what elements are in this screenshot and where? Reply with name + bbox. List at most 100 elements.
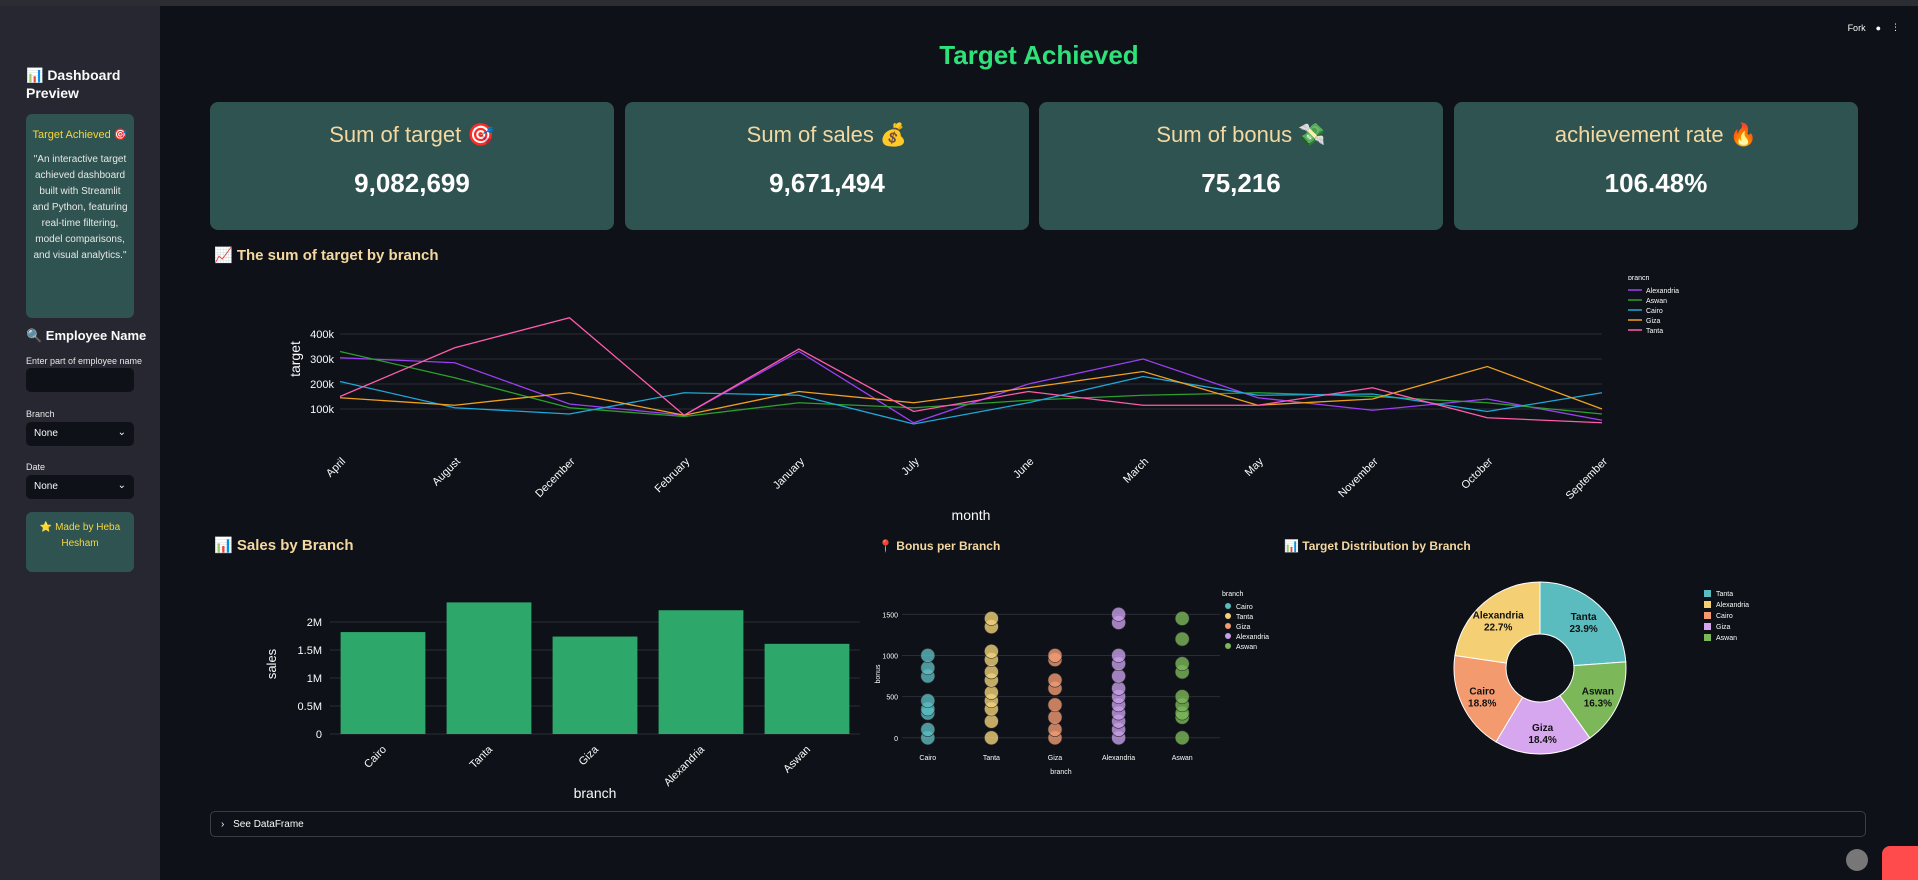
x-tick-label: Aswan: [1172, 755, 1193, 762]
scatter-point-tanta: [984, 730, 999, 746]
employee-name-input[interactable]: [26, 368, 134, 392]
legend-entry: Alexandria: [1646, 288, 1679, 295]
y-axis-label: target: [287, 341, 303, 377]
y-tick-label: 300k: [310, 354, 334, 366]
legend-entry: Giza: [1716, 624, 1731, 631]
y-tick-label: 0.5M: [298, 701, 322, 713]
employee-name-heading: 🔍 Employee Name: [26, 328, 147, 343]
legend-entry: Giza: [1646, 318, 1661, 325]
x-tick-label: Alexandria: [662, 743, 708, 789]
made-by-text: ⭐ Made by Heba Hesham: [39, 522, 121, 549]
top-right-toolbar: Fork ● ⋮: [1848, 22, 1900, 33]
pie-label-value: 18.4%: [1528, 735, 1556, 746]
x-axis-label: month: [952, 507, 991, 523]
scatter-point-tanta: [984, 664, 999, 680]
pie-label-value: 22.7%: [1484, 623, 1512, 634]
scatter-point-aswan: [1174, 611, 1190, 626]
branch-label: Branch: [26, 409, 55, 419]
x-tick-label: Tanta: [983, 755, 1000, 762]
kpi-card-bonus: Sum of bonus 💸 75,216: [1039, 102, 1443, 230]
scatter-point-cairo: [920, 648, 936, 663]
x-tick-label: April: [324, 456, 348, 480]
bar-chart[interactable]: 0 0.5M 1M 1.5M 2M sales Cairo Tanta Giza Alexandr…: [200, 566, 860, 806]
employee-name-label: Enter part of employee name: [26, 356, 143, 366]
y-tick-label: 500: [886, 695, 898, 702]
pie-label-name: Giza: [1532, 723, 1554, 734]
legend-entry: Tanta: [1236, 614, 1253, 621]
sidebar: 📊 Dashboard Preview Target Achieved 🎯 "A…: [0, 6, 160, 880]
scatter-point-alexandria: [1111, 648, 1126, 663]
scatter-point-alexandria: [1111, 607, 1126, 622]
x-tick-label: Alexandria: [1102, 755, 1135, 762]
kpi-value: 9,082,699: [354, 168, 470, 198]
pie-label-value: 23.9%: [1569, 624, 1597, 635]
legend-entry: Tanta: [1716, 591, 1733, 598]
streamlit-crown-button[interactable]: [1882, 846, 1918, 880]
sidebar-card-text: "An interactive target achieved dashboar…: [32, 154, 128, 261]
kpi-label: achievement rate 🔥: [1554, 122, 1758, 147]
scatter-point-giza: [1047, 722, 1063, 737]
y-axis-label: sales: [264, 648, 279, 679]
github-icon[interactable]: ●: [1876, 23, 1881, 33]
scatter-chart-title: 📍 Bonus per Branch: [878, 539, 1001, 553]
pie-label-name: Cairo: [1469, 686, 1495, 697]
pie-label-name: Alexandria: [1473, 611, 1525, 622]
kpi-card-sales: Sum of sales 💰 9,671,494: [625, 102, 1029, 230]
sidebar-card-title: Target Achieved 🎯: [32, 129, 128, 141]
chevron-down-icon: ⌄: [117, 427, 126, 438]
scatter-point-alexandria: [1111, 681, 1126, 696]
pie-chart[interactable]: Tanta23.9%Aswan16.3%Giza18.4%Cairo18.8%A…: [1390, 576, 1878, 776]
scatter-point-aswan: [1174, 631, 1190, 647]
x-tick-label: Giza: [577, 743, 602, 768]
y-axis-label: bonus: [875, 664, 882, 684]
y-tick-label: 1500: [882, 612, 898, 619]
date-select[interactable]: None ⌄: [26, 475, 134, 499]
legend-entry: Aswan: [1236, 644, 1257, 651]
x-tick-label: January: [771, 455, 808, 492]
chevron-right-icon: ›: [221, 819, 225, 830]
expander-label: See DataFrame: [233, 819, 304, 830]
chevron-down-icon: ⌄: [117, 480, 126, 491]
scatter-point-giza: [1047, 709, 1063, 725]
y-tick-label: 100k: [310, 404, 334, 416]
scatter-chart[interactable]: 0 500 1000 1500 bonus Cairo Tanta Giza Alexandri…: [872, 576, 1292, 786]
bar-giza: [552, 636, 638, 734]
y-tick-label: 2M: [307, 617, 322, 629]
date-select-value: None: [34, 481, 58, 492]
y-tick-label: 1000: [882, 653, 898, 660]
legend-entry: Giza: [1236, 624, 1251, 631]
made-by-card: ⭐ Made by Heba Hesham: [26, 512, 134, 572]
avatar[interactable]: [1846, 849, 1868, 871]
bar-cairo: [340, 632, 426, 734]
legend-entry: Aswan: [1646, 298, 1667, 305]
line-chart[interactable]: 100k 200k 300k 400k target April August Decembe…: [200, 276, 1900, 526]
scatter-point-tanta: [984, 714, 999, 729]
y-tick-label: 200k: [310, 379, 334, 391]
scatter-point-cairo: [920, 693, 936, 709]
scatter-point-aswan: [1174, 656, 1190, 672]
x-tick-label: Giza: [1048, 755, 1063, 762]
scatter-point-aswan: [1174, 730, 1190, 746]
kpi-value: 106.48%: [1604, 168, 1708, 198]
series-line-giza: [339, 365, 1603, 416]
fork-link[interactable]: Fork: [1848, 23, 1866, 33]
legend-title: branch: [1222, 591, 1244, 598]
x-tick-label: May: [1243, 455, 1267, 479]
y-tick-label: 400k: [310, 329, 334, 341]
page-title: Target Achieved: [939, 40, 1139, 70]
scatter-point-cairo: [920, 722, 936, 737]
dataframe-expander[interactable]: › See DataFrame: [210, 811, 1866, 837]
scatter-point-alexandria: [1111, 668, 1126, 684]
x-tick-label: Cairo: [362, 744, 389, 771]
scatter-point-giza: [1047, 672, 1063, 688]
sidebar-info-card: Target Achieved 🎯 "An interactive target…: [26, 114, 134, 318]
scatter-point-aswan: [1174, 689, 1190, 704]
kpi-label: Sum of target 🎯: [329, 122, 495, 147]
scatter-point-tanta: [984, 644, 999, 659]
branch-select[interactable]: None ⌄: [26, 422, 134, 446]
legend-swatch: [1225, 633, 1231, 639]
x-tick-label: February: [653, 455, 693, 495]
more-menu-icon[interactable]: ⋮: [1891, 22, 1900, 33]
main-area: Fork ● ⋮ Target Achieved Sum of target 🎯…: [160, 6, 1918, 880]
legend-swatch: [1704, 623, 1711, 630]
